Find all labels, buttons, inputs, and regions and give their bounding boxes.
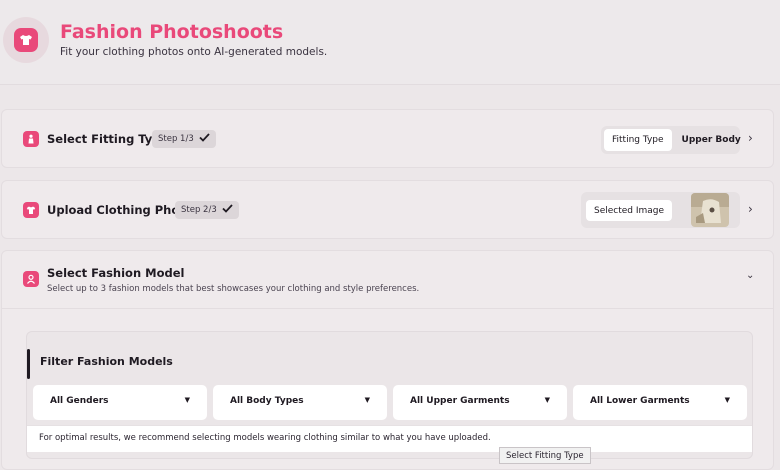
selected-image-summary: Selected Image (581, 192, 740, 228)
caret-down-icon: ▼ (544, 396, 550, 404)
chevron-right-icon[interactable]: › (748, 131, 753, 145)
caret-down-icon: ▼ (184, 396, 190, 404)
clothing-thumbnail (691, 193, 729, 227)
page-header: Fashion Photoshoots Fit your clothing ph… (0, 0, 780, 85)
model-icon (23, 271, 39, 287)
gender-dropdown[interactable]: All Genders ▼ (33, 385, 207, 420)
check-icon (222, 204, 233, 216)
notice-text: For optimal results, we recommend select… (39, 433, 491, 443)
step-title: Upload Clothing Photo (47, 203, 193, 217)
step-title: Select Fitting Type (47, 132, 169, 146)
shirt-icon (14, 28, 38, 52)
lower-garment-dropdown[interactable]: All Lower Garments ▼ (573, 385, 747, 420)
page-subtitle: Fit your clothing photos onto AI-generat… (60, 46, 328, 58)
divider (2, 308, 773, 309)
dropdown-value: All Lower Garments (590, 396, 690, 406)
recommendation-notice: For optimal results, we recommend select… (27, 425, 752, 452)
tshirt-icon (23, 202, 39, 218)
caret-down-icon: ▼ (364, 396, 370, 404)
figure-icon (23, 131, 39, 147)
dropdown-value: All Upper Garments (410, 396, 510, 406)
step-badge: Step 1/3 (152, 130, 216, 148)
body-type-dropdown[interactable]: All Body Types ▼ (213, 385, 387, 420)
fashion-photoshoots-page: Fashion Photoshoots Fit your clothing ph… (0, 0, 780, 470)
fitting-type-value: Upper Body (681, 135, 741, 145)
step-card-select-model: Select Fashion Model Select up to 3 fash… (1, 250, 774, 470)
step-card-fitting-type[interactable]: Select Fitting Type Step 1/3 Fitting Typ… (1, 109, 774, 168)
chevron-down-icon[interactable]: ⌄ (746, 270, 754, 281)
dropdown-value: All Body Types (230, 396, 304, 406)
selected-image-label: Selected Image (586, 200, 673, 221)
upper-garment-dropdown[interactable]: All Upper Garments ▼ (393, 385, 567, 420)
section-accent-bar (27, 349, 30, 379)
dropdown-value: All Genders (50, 396, 109, 406)
step-card-upload-photo[interactable]: Upload Clothing Photo Step 2/3 Selected … (1, 180, 774, 239)
page-title: Fashion Photoshoots (60, 21, 284, 43)
step-title: Select Fashion Model (47, 266, 185, 280)
check-icon (199, 133, 210, 145)
step-badge-label: Step 2/3 (181, 205, 217, 215)
fitting-type-summary: Fitting Type Upper Body (601, 126, 741, 154)
tooltip: Select Fitting Type (499, 447, 591, 464)
fitting-type-label: Fitting Type (604, 129, 672, 151)
caret-down-icon: ▼ (724, 396, 730, 404)
step-badge-label: Step 1/3 (158, 134, 194, 144)
filter-panel: Filter Fashion Models All Genders ▼ All … (26, 331, 753, 459)
step-description: Select up to 3 fashion models that best … (47, 284, 420, 294)
chevron-right-icon[interactable]: › (748, 202, 753, 216)
step-badge: Step 2/3 (175, 201, 239, 219)
filter-title: Filter Fashion Models (40, 355, 173, 368)
